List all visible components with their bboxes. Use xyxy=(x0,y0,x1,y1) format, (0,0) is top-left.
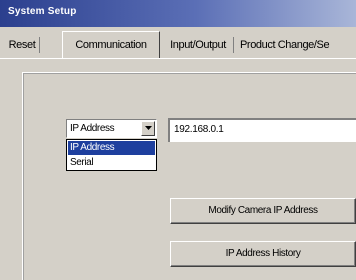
tab-strip: Reset Communication Input/Output Product… xyxy=(0,27,356,60)
tab-product-change[interactable]: Product Change/Se xyxy=(240,35,356,55)
connection-type-value: IP Address xyxy=(70,123,115,134)
dropdown-option-serial[interactable]: Serial xyxy=(68,156,155,170)
connection-type-dropdown-list: IP Address Serial xyxy=(66,139,157,171)
ip-address-field[interactable]: 192.168.0.1 xyxy=(168,118,356,142)
tab-communication-label: Communication xyxy=(75,39,147,51)
tab-communication[interactable]: Communication xyxy=(62,31,160,58)
tab-reset-label: Reset xyxy=(8,39,36,51)
title-bar[interactable]: System Setup xyxy=(0,0,356,27)
system-setup-window: System Setup Reset Communication Input/O… xyxy=(0,0,356,280)
ip-address-history-button[interactable]: IP Address History xyxy=(170,241,356,267)
chevron-down-icon xyxy=(145,126,152,130)
window-title: System Setup xyxy=(8,6,77,17)
modify-camera-ip-button[interactable]: Modify Camera IP Address xyxy=(170,198,356,224)
tab-product-change-label: Product Change/Se xyxy=(240,39,330,51)
ip-address-value: 192.168.0.1 xyxy=(174,124,224,135)
dropdown-arrow-button[interactable] xyxy=(141,121,155,136)
tab-input-output-label: Input/Output xyxy=(170,39,226,51)
tab-reset[interactable]: Reset xyxy=(4,35,40,55)
tab-divider xyxy=(0,58,356,59)
connection-type-select[interactable]: IP Address xyxy=(66,119,157,138)
tab-input-output[interactable]: Input/Output xyxy=(162,35,234,55)
tab-separator xyxy=(39,37,40,53)
tab-separator xyxy=(233,37,234,53)
dropdown-option-ip-address[interactable]: IP Address xyxy=(68,141,155,155)
